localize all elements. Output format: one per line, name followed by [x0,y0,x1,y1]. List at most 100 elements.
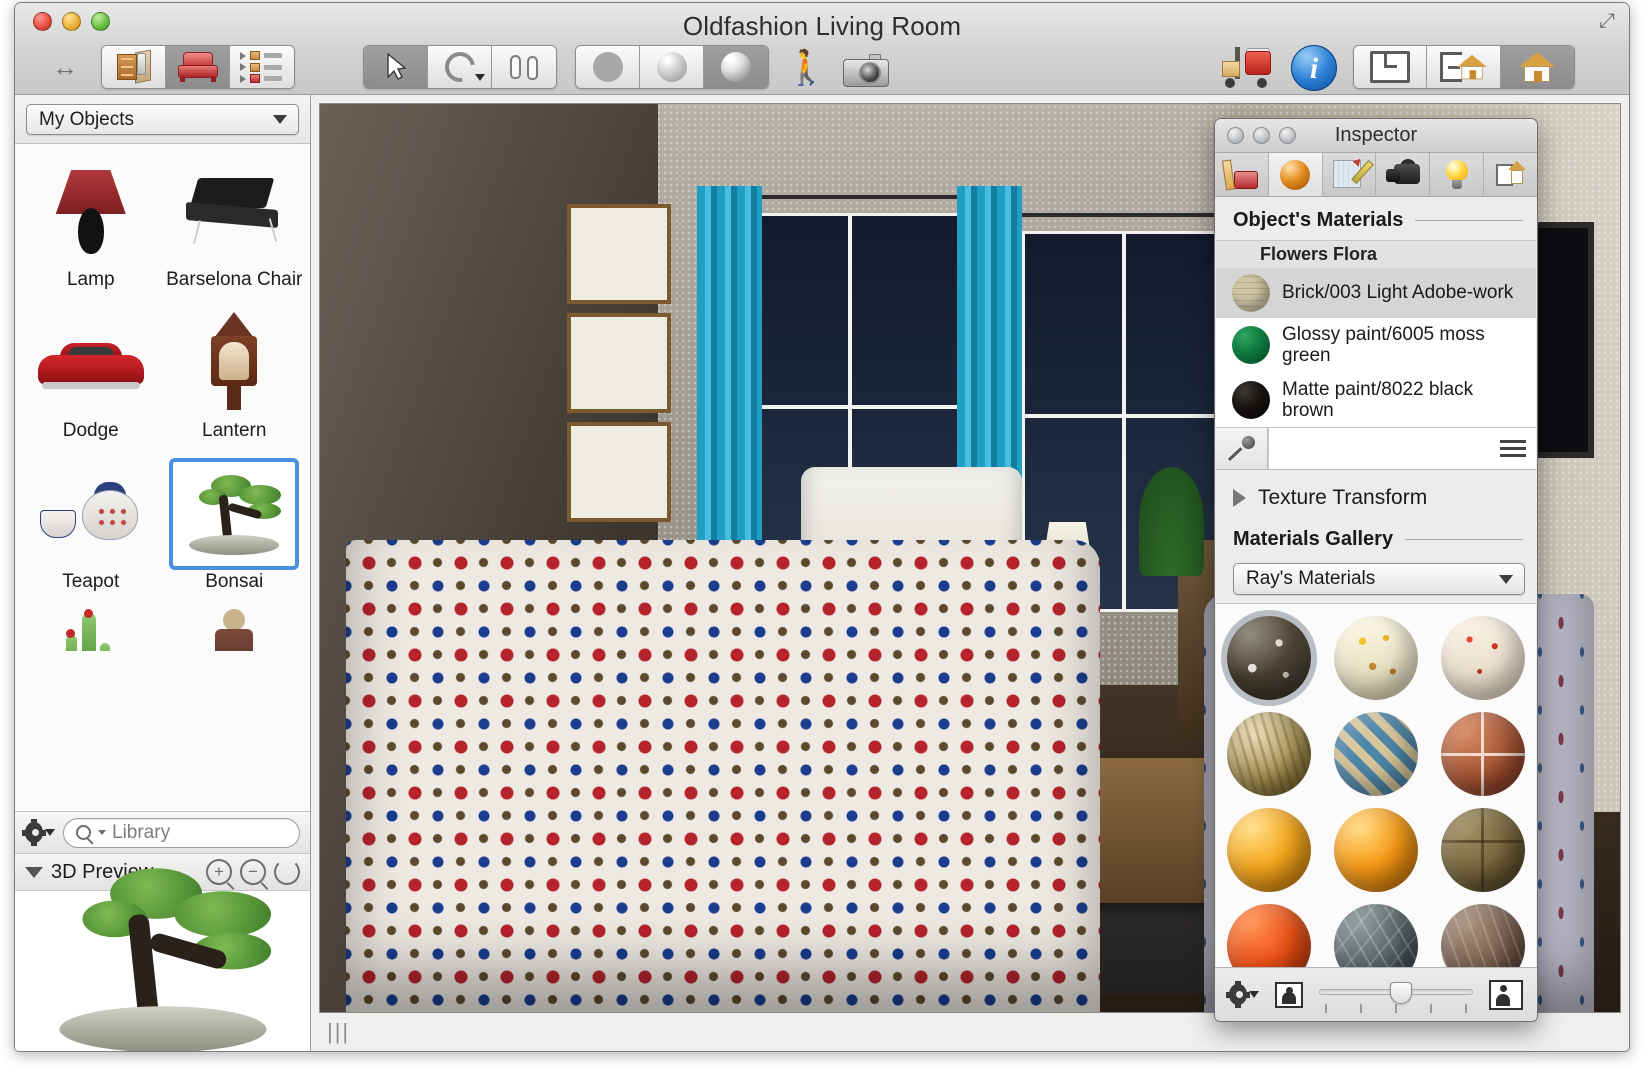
import-button[interactable] [1221,45,1273,89]
small-thumbnail-icon[interactable] [1275,982,1303,1008]
section-title: Materials Gallery [1233,528,1393,551]
disclosure-triangle-right-icon[interactable] [1233,489,1246,507]
chevron-down-icon [1499,575,1513,584]
objects-sidebar: My Objects Lamp [15,95,311,1051]
light-bulb-icon [1444,160,1470,190]
object-item-teapot[interactable]: Teapot [19,452,163,603]
rendered-button[interactable] [704,46,768,88]
window-title: Oldfashion Living Room [15,11,1629,42]
material-group-label: Flowers Flora [1216,241,1536,268]
material-row[interactable]: Glossy paint/6005 moss green [1216,318,1536,373]
chevron-down-icon[interactable] [475,74,485,81]
material-swatch-engraved-gold[interactable] [1216,706,1323,802]
objects-materials-header: Object's Materials [1215,197,1537,240]
thumbnail-size-slider[interactable] [1319,978,1473,1012]
green-gloss-swatch-icon [1232,326,1270,364]
plan-and-3d-icon [1440,51,1488,83]
cactus-thumb-icon [56,609,126,651]
texture-transform-label: Texture Transform [1258,486,1427,510]
camera-icon [843,53,889,89]
search-input[interactable]: Library [63,818,300,848]
material-name: Matte paint/8022 black brown [1282,379,1528,422]
texture-transform-row[interactable]: Texture Transform [1215,470,1537,516]
material-name-field[interactable] [1268,428,1536,469]
object-label: Dodge [63,420,119,442]
house-3d-icon [1519,52,1555,82]
material-swatch-terracotta-tile[interactable] [1429,706,1536,802]
snapshot-button[interactable] [843,53,889,89]
material-swatch-worn-wood-panel[interactable] [1429,802,1536,898]
build-mode-button[interactable] [102,46,166,88]
tab-materials[interactable] [1269,153,1323,196]
toolbar-group-view-mode [101,45,295,89]
object-item-cactus[interactable] [19,603,163,651]
search-placeholder: Library [112,822,170,844]
tab-dimensions[interactable] [1215,153,1269,196]
object-list-button[interactable] [230,46,294,88]
slider-knob[interactable] [1390,982,1412,1004]
object-thumbnail [169,307,299,419]
material-swatch-floral-yellow-cream[interactable] [1323,610,1430,706]
inspector-close-button[interactable] [1227,127,1244,144]
category-popup[interactable]: My Objects [26,104,299,135]
object-item-bonsai[interactable]: Bonsai [163,452,307,603]
shaded-render-button[interactable] [640,46,704,88]
toolbar: ↔ [15,45,1629,93]
tab-room[interactable] [1484,153,1537,196]
inspector-minimize-button[interactable] [1253,127,1270,144]
object-item-dodge[interactable]: Dodge [19,301,163,452]
material-swatch-argyle-blue-tan[interactable] [1323,706,1430,802]
object-thumbnail [26,156,156,268]
object-thumbnail [26,458,156,570]
object-item-person[interactable] [163,603,307,651]
materials-library-popup[interactable]: Ray's Materials [1233,563,1525,595]
inspector-zoom-button[interactable] [1279,127,1296,144]
large-thumbnail-icon[interactable] [1489,980,1523,1010]
preview-pane[interactable] [15,891,310,1051]
cabinet-icon [115,51,153,83]
split-view-button[interactable] [1427,46,1500,88]
toolbar-group-display-mode [1353,45,1575,89]
object-label: Barselona Chair [166,269,302,291]
tab-lighting[interactable] [1430,153,1484,196]
object-materials-list[interactable]: Flowers Flora Brick/003 Light Adobe-work… [1216,240,1536,428]
material-swatch-brown-scratched[interactable] [1429,898,1536,967]
material-swatch-floral-red-cream[interactable] [1429,610,1536,706]
info-button[interactable]: i [1291,45,1337,91]
eyedropper-button[interactable] [1216,428,1268,469]
rotate-tool-button[interactable] [428,46,492,88]
object-item-lantern[interactable]: Lantern [163,301,307,452]
object-item-barselona-chair[interactable]: Barselona Chair [163,150,307,301]
3d-view-button[interactable] [1501,46,1574,88]
material-swatch-orange-gloss[interactable] [1216,802,1323,898]
walk-tool-button[interactable] [492,46,556,88]
material-row[interactable]: Matte paint/8022 black brown [1216,373,1536,428]
tab-edit[interactable] [1323,153,1377,196]
select-tool-button[interactable] [364,46,428,88]
object-label: Bonsai [205,571,263,593]
flat-render-button[interactable] [576,46,640,88]
sidebar-action-menu-button[interactable] [25,821,55,845]
material-swatch-floral-dark-olive[interactable] [1216,610,1323,706]
materials-gallery-grid[interactable] [1216,603,1536,967]
plan-view-button[interactable] [1354,46,1427,88]
material-swatch-orange-red-matte[interactable] [1216,898,1323,967]
material-row[interactable]: Brick/003 Light Adobe-work [1216,268,1536,318]
rotate-icon [439,46,481,88]
object-label: Lantern [202,420,266,442]
furnish-mode-button[interactable] [166,46,230,88]
inspector-tabbar [1215,153,1537,197]
material-swatch-grey-scratched[interactable] [1323,898,1430,967]
object-thumbnail-selected [169,458,299,570]
object-thumbnail [26,609,156,651]
object-grid[interactable]: Lamp Barselona Chair [15,144,310,811]
walkthrough-button[interactable]: 🚶 [785,49,819,89]
material-swatch-orange-gloss-2[interactable] [1323,802,1430,898]
video-camera-icon [1386,162,1420,188]
resize-arrows-icon-left[interactable]: ↔ [47,53,83,81]
tab-camera[interactable] [1376,153,1430,196]
gallery-action-menu-button[interactable] [1229,983,1259,1007]
hamburger-menu-icon[interactable] [1500,440,1526,457]
object-item-lamp[interactable]: Lamp [19,150,163,301]
resize-arrows-icon[interactable]: ⤢ [1599,11,1621,33]
